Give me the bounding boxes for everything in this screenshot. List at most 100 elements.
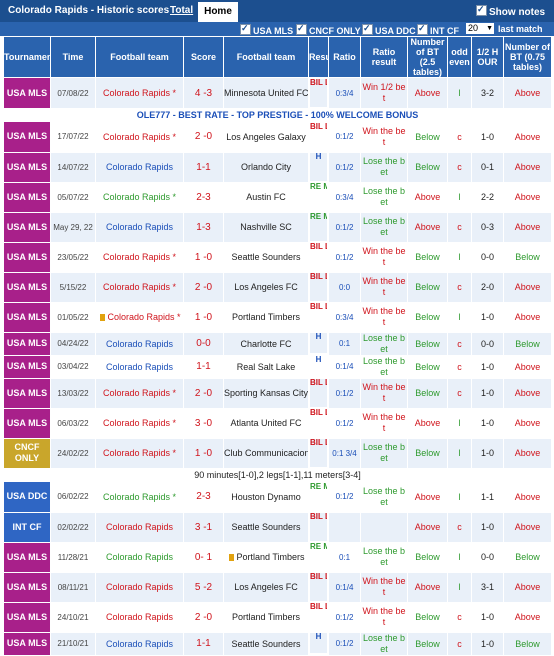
filter-usa-ddc[interactable]: USA DDC (362, 23, 416, 36)
home-team[interactable]: Colorado Rapids * (103, 132, 176, 142)
promo-banner-text[interactable]: OLE777 - BEST RATE - TOP PRESTIGE - 100%… (3, 108, 552, 122)
league-badge[interactable]: USA MLS (3, 571, 51, 603)
table-row[interactable]: USA MLS 07/08/22 Colorado Rapids * 4 -3 Minn… (3, 77, 552, 109)
away-team[interactable]: Portland Timbers (232, 312, 300, 322)
away-team-cell[interactable]: Portland Timbers (223, 301, 309, 333)
table-row[interactable]: USA MLS May 29, 22 Colorado Rapids 1-3 Nashv… (3, 211, 552, 243)
away-team[interactable]: Los Angeles FC (234, 282, 298, 292)
away-team[interactable]: Portland Timbers (232, 612, 300, 622)
away-team[interactable]: Seattle Sounders (231, 522, 300, 532)
score[interactable]: 2-3 (196, 192, 210, 203)
checkbox-icon[interactable] (476, 4, 487, 16)
score[interactable]: 2-3 (196, 491, 210, 502)
table-row[interactable]: USA MLS 23/05/22 Colorado Rapids * 1 -0 Seat… (3, 241, 552, 273)
score-cell[interactable]: 1-1 (183, 354, 224, 379)
away-team[interactable]: Club Communicacione s (225, 448, 308, 458)
home-team[interactable]: Colorado Rapids * (107, 312, 180, 322)
home-team[interactable]: Colorado Rapids * (103, 252, 176, 262)
home-team-cell[interactable]: Colorado Rapids * (95, 301, 184, 333)
score[interactable]: 1 -0 (195, 312, 212, 323)
score[interactable]: 4 -3 (195, 88, 212, 99)
filter-usa-mls[interactable]: USA MLS (240, 23, 293, 36)
filter-cncf-only[interactable]: CNCF ONLY (296, 23, 361, 36)
score-cell[interactable]: 0-0 (183, 331, 224, 356)
home-team[interactable]: Colorado Rapids (106, 582, 173, 592)
home-team[interactable]: Colorado Rapids * (103, 448, 176, 458)
table-row[interactable]: USA MLS 08/11/21 Colorado Rapids 5 -2 Los An… (3, 571, 552, 603)
league-badge[interactable]: USA MLS (3, 354, 51, 379)
away-team-cell[interactable]: Real Salt Lake (223, 354, 309, 379)
table-row[interactable]: USA DDC 06/02/22 Colorado Rapids * 2-3 Houst… (3, 481, 552, 513)
away-team-cell[interactable]: Minnesota United FC (223, 77, 309, 109)
score[interactable]: 3 -1 (195, 522, 212, 533)
away-team-cell[interactable]: Club Communicacione s (223, 437, 309, 469)
league-badge[interactable]: USA MLS (3, 271, 51, 303)
score[interactable]: 2 -0 (195, 131, 212, 142)
away-team[interactable]: Real Salt Lake (237, 362, 296, 372)
table-row[interactable]: USA MLS 06/03/22 Colorado Rapids * 3 -0 Atla… (3, 407, 552, 439)
home-team-cell[interactable]: Colorado Rapids * (95, 271, 184, 303)
home-team-cell[interactable]: Colorado Rapids * (95, 407, 184, 439)
score[interactable]: 2 -0 (195, 282, 212, 293)
league-badge[interactable]: USA MLS (3, 181, 51, 213)
league-badge[interactable]: USA MLS (3, 631, 51, 656)
league-badge[interactable]: USA MLS (3, 601, 51, 633)
home-team[interactable]: Colorado Rapids (106, 162, 173, 172)
home-team-cell[interactable]: Colorado Rapids * (95, 377, 184, 409)
home-team[interactable]: Colorado Rapids (106, 339, 173, 349)
score-cell[interactable]: 1 -0 (183, 241, 224, 273)
home-team[interactable]: Colorado Rapids * (103, 418, 176, 428)
table-row[interactable]: INT CF 02/02/22 Colorado Rapids 3 -1 Seattle… (3, 511, 552, 543)
home-team[interactable]: Colorado Rapids * (103, 282, 176, 292)
away-team-cell[interactable]: Los Angeles FC (223, 271, 309, 303)
score-cell[interactable]: 1 -0 (183, 301, 224, 333)
away-team-cell[interactable]: Sporting Kansas City (223, 377, 309, 409)
filter-int-cf[interactable]: INT CF (417, 23, 459, 36)
table-row[interactable]: USA MLS 05/07/22 Colorado Rapids * 2-3 Austi… (3, 181, 552, 213)
away-team[interactable]: Austin FC (246, 192, 286, 202)
score-cell[interactable]: 0- 1 (183, 541, 224, 573)
league-badge[interactable]: USA MLS (3, 377, 51, 409)
away-team-cell[interactable]: Atlanta United FC (223, 407, 309, 439)
score[interactable]: 1-1 (196, 361, 210, 372)
table-row[interactable]: USA MLS 11/28/21 Colorado Rapids 0- 1 Portla… (3, 541, 552, 573)
home-team-cell[interactable]: Colorado Rapids (95, 331, 184, 356)
league-badge[interactable]: INT CF (3, 511, 51, 543)
league-badge[interactable]: USA MLS (3, 211, 51, 243)
league-badge[interactable]: USA MLS (3, 541, 51, 573)
home-team-cell[interactable]: Colorado Rapids * (95, 121, 184, 153)
score[interactable]: 2 -0 (195, 612, 212, 623)
home-team[interactable]: Colorado Rapids * (103, 492, 176, 502)
score[interactable]: 1 -0 (195, 252, 212, 263)
score-cell[interactable]: 1-1 (183, 151, 224, 183)
home-team[interactable]: Colorado Rapids * (103, 88, 176, 98)
away-team-cell[interactable]: Charlotte FC (223, 331, 309, 356)
checkbox-icon[interactable] (240, 23, 251, 35)
away-team[interactable]: Los Angeles FC (234, 582, 298, 592)
score[interactable]: 1-1 (196, 162, 210, 173)
table-row[interactable]: USA MLS 17/07/22 Colorado Rapids * 2 -0 Los … (3, 121, 552, 153)
away-team-cell[interactable]: Portland Timbers (223, 541, 309, 573)
checkbox-icon[interactable] (362, 23, 373, 35)
score-cell[interactable]: 2-3 (183, 481, 224, 513)
score-cell[interactable]: 2 -0 (183, 121, 224, 153)
table-row[interactable]: USA MLS 13/03/22 Colorado Rapids * 2 -0 Spor… (3, 377, 552, 409)
tab-home[interactable]: Home (198, 2, 238, 22)
table-row[interactable]: USA MLS 24/10/21 Colorado Rapids 2 -0 Portla… (3, 601, 552, 633)
away-team-cell[interactable]: Seattle Sounders (223, 631, 309, 656)
home-team-cell[interactable]: Colorado Rapids (95, 571, 184, 603)
home-team-cell[interactable]: Colorado Rapids * (95, 481, 184, 513)
away-team-cell[interactable]: Los Angeles FC (223, 571, 309, 603)
table-row[interactable]: USA MLS 03/04/22 Colorado Rapids 1-1 Real Sa… (3, 354, 552, 379)
home-team-cell[interactable]: Colorado Rapids * (95, 77, 184, 109)
score-cell[interactable]: 2-3 (183, 181, 224, 213)
away-team[interactable]: Seattle Sounders (231, 639, 300, 649)
score[interactable]: 1-1 (196, 638, 210, 649)
home-team[interactable]: Colorado Rapids * (103, 388, 176, 398)
score[interactable]: 2 -0 (195, 388, 212, 399)
home-team-cell[interactable]: Colorado Rapids (95, 631, 184, 656)
score-cell[interactable]: 5 -2 (183, 571, 224, 603)
checkbox-icon[interactable] (296, 23, 307, 35)
away-team[interactable]: Minnesota United FC (225, 88, 308, 98)
home-team-cell[interactable]: Colorado Rapids * (95, 241, 184, 273)
